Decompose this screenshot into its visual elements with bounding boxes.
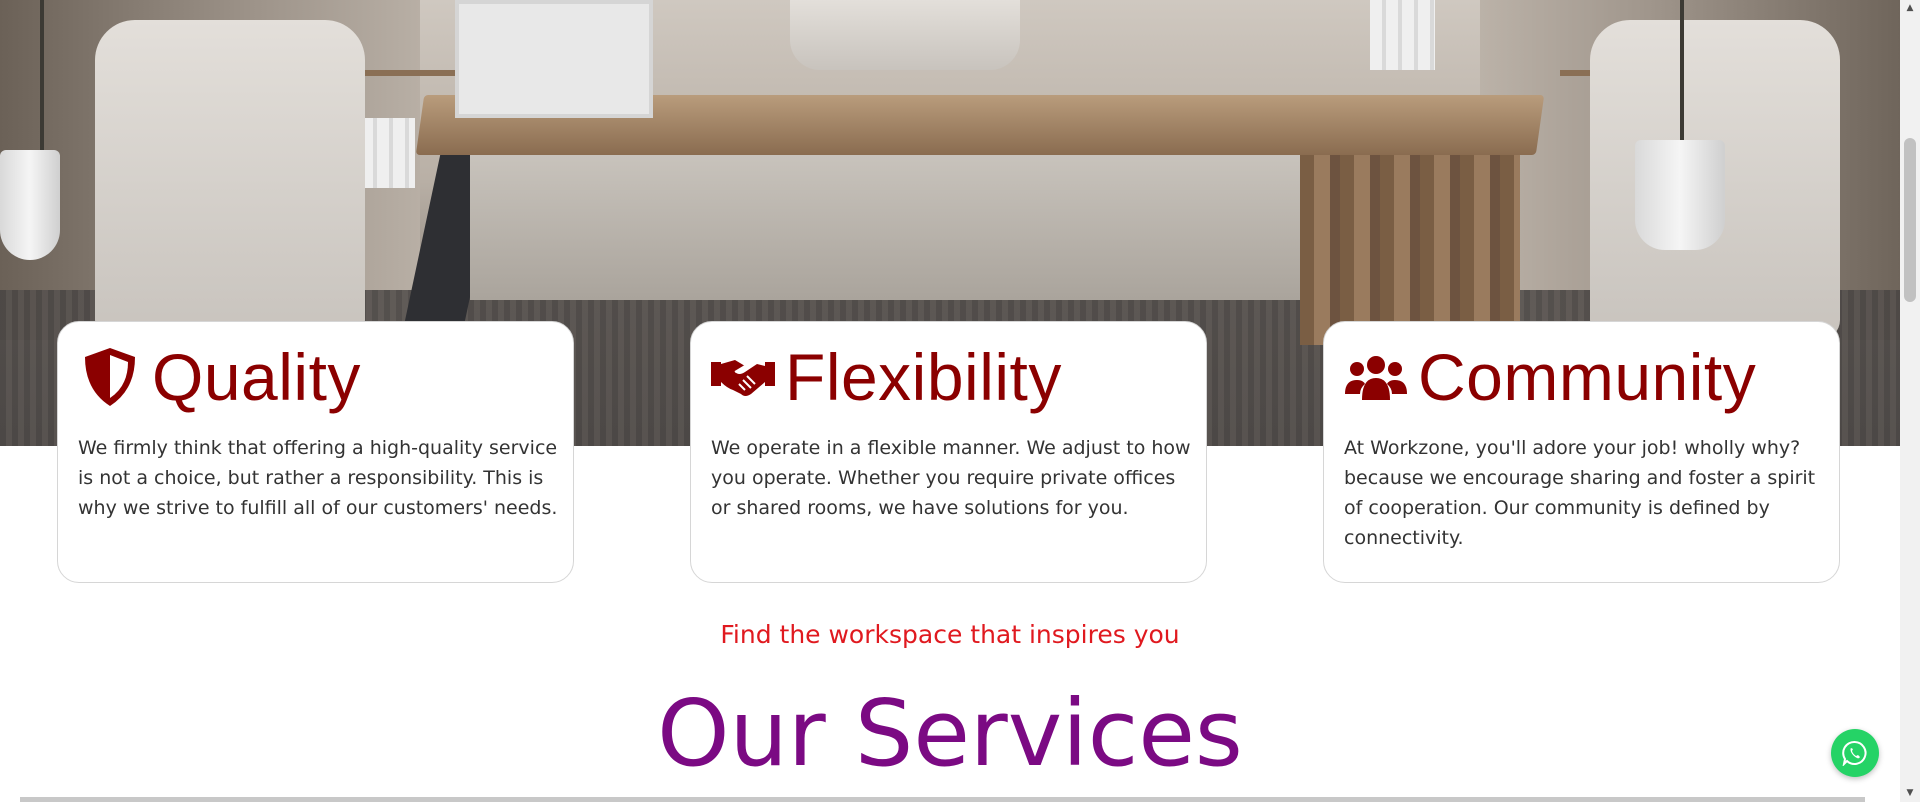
desk-cabinet: [1300, 155, 1520, 345]
services-heading: Our Services: [657, 680, 1243, 787]
plant-stem: [1680, 0, 1684, 140]
feature-title: Flexibility: [785, 340, 1062, 414]
feature-card-quality: Quality We firmly think that offering a …: [57, 321, 574, 583]
horizontal-divider: [20, 797, 1865, 802]
plant-stem: [40, 0, 44, 150]
scroll-up-arrow-icon[interactable]: ▲: [1900, 0, 1920, 17]
feature-card-flexibility: Flexibility We operate in a flexible man…: [690, 321, 1207, 583]
feature-card-community: Community At Workzone, you'll adore your…: [1323, 321, 1840, 583]
section-tagline: Find the workspace that inspires you: [720, 620, 1180, 649]
plant-pot: [0, 150, 60, 260]
shield-icon: [78, 345, 142, 409]
feature-card-header: Community: [1344, 344, 1756, 410]
plant-pot: [1635, 140, 1725, 250]
users-icon: [1344, 345, 1408, 409]
handshake-icon: [711, 345, 775, 409]
feature-title: Community: [1418, 340, 1757, 414]
whatsapp-icon: [1842, 740, 1867, 766]
scrollbar-thumb[interactable]: [1904, 138, 1916, 302]
feature-description: We operate in a flexible manner. We adju…: [711, 437, 1191, 519]
feature-description: At Workzone, you'll adore your job! whol…: [1344, 437, 1816, 549]
books: [1370, 0, 1435, 70]
monitor: [455, 0, 653, 118]
vertical-scrollbar[interactable]: ▲ ▼: [1900, 0, 1920, 802]
feature-title: Quality: [152, 340, 361, 414]
left-armchair: [95, 20, 365, 340]
whatsapp-chat-button[interactable]: [1831, 729, 1879, 777]
office-chair: [790, 0, 1020, 70]
feature-description: We firmly think that offering a high-qua…: [78, 437, 558, 519]
desk-panel: [470, 150, 1330, 300]
feature-card-header: Quality: [78, 344, 361, 410]
feature-card-header: Flexibility: [711, 344, 1062, 410]
scroll-down-arrow-icon[interactable]: ▼: [1900, 785, 1920, 802]
